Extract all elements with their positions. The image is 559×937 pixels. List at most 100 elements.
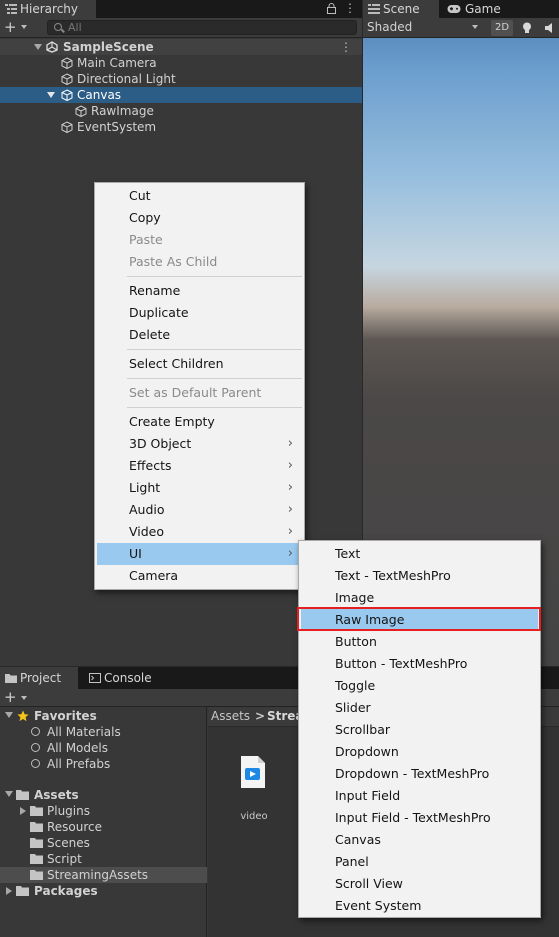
breadcrumb-item-assets[interactable]: Assets [211,709,250,723]
submenu-item-scrollbar[interactable]: Scrollbar [301,719,538,741]
menu-item-label: UI [129,546,142,561]
tree-item-label: Canvas [77,88,122,102]
tab-project[interactable]: Project [0,667,78,689]
submenu-item-text[interactable]: Text [301,543,538,565]
chevron-right-icon: › [287,524,293,539]
menu-separator [127,349,302,350]
create-dropdown-arrow-icon[interactable] [21,25,27,29]
submenu-item-slider[interactable]: Slider [301,697,538,719]
menu-item-copy[interactable]: Copy [97,207,302,229]
folder-label: Script [47,852,82,866]
menu-item-create-empty[interactable]: Create Empty [97,411,302,433]
unity-scene-icon [46,41,58,53]
audio-speaker-icon[interactable] [544,21,558,35]
menu-item-rename[interactable]: Rename [97,280,302,302]
chevron-right-icon: › [287,436,293,451]
gameobject-cube-icon [61,121,73,133]
video-file-icon[interactable] [238,755,268,789]
tab-console[interactable]: Console [84,667,164,689]
submenu-item-input-field[interactable]: Input Field [301,785,538,807]
tree-row-directional-light[interactable]: Directional Light [0,71,362,87]
gameobject-cube-icon [61,73,73,85]
submenu-item-dropdown[interactable]: Dropdown [301,741,538,763]
project-create-plus-button[interactable]: + [4,689,17,706]
tree-row-main-camera[interactable]: Main Camera [0,55,362,71]
tree-favorite-item[interactable]: All Models [0,740,207,756]
tree-item-label: RawImage [91,104,154,118]
folder-icon [30,806,43,816]
tab-scene-label: Scene [383,2,420,16]
menu-item-ui[interactable]: UI › [97,543,302,565]
folder-open-icon [16,790,29,800]
tree-row-canvas[interactable]: Canvas [0,87,362,103]
scene-name: SampleScene [63,40,154,54]
tab-game[interactable]: Game [443,0,513,18]
fold-arrow-icon[interactable] [34,44,42,50]
menu-item-label: Light [129,480,161,495]
tree-folder-script[interactable]: Script [0,851,207,867]
fold-arrow-icon[interactable] [5,791,13,797]
tree-folder-resource[interactable]: Resource [0,819,207,835]
menu-item-paste-as-child[interactable]: Paste As Child [97,251,302,273]
menu-item-video[interactable]: Video › [97,521,302,543]
toggle-2d-button[interactable]: 2D [491,20,513,36]
project-folder-tree: Favorites All Materials All Models All P… [0,707,207,937]
fold-arrow-icon[interactable] [20,807,26,815]
menu-item-cut[interactable]: Cut [97,185,302,207]
menu-item-paste[interactable]: Paste [97,229,302,251]
tree-row-scene[interactable]: SampleScene ⋮ [0,39,362,55]
submenu-item-button[interactable]: Button [301,631,538,653]
hierarchy-search[interactable] [47,20,357,35]
submenu-item-dropdown-tmp[interactable]: Dropdown - TextMeshPro [301,763,538,785]
menu-item-set-default-parent[interactable]: Set as Default Parent [97,382,302,404]
tree-packages[interactable]: Packages [0,883,207,899]
tree-favorite-item[interactable]: All Materials [0,724,207,740]
submenu-item-image[interactable]: Image [301,587,538,609]
submenu-item-input-field-tmp[interactable]: Input Field - TextMeshPro [301,807,538,829]
tree-row-eventsystem[interactable]: EventSystem [0,119,362,135]
scene-menu-kebab-icon[interactable]: ⋮ [340,39,352,55]
menu-item-select-children[interactable]: Select Children [97,353,302,375]
shading-dropdown-arrow-icon[interactable] [472,25,478,29]
panel-menu-kebab-icon[interactable]: ⋮ [344,1,356,15]
favorite-label: All Models [47,741,108,755]
hierarchy-toolbar: + [0,18,362,38]
tree-folder-plugins[interactable]: Plugins [0,803,207,819]
submenu-item-canvas[interactable]: Canvas [301,829,538,851]
menu-item-effects[interactable]: Effects › [97,455,302,477]
submenu-item-toggle[interactable]: Toggle [301,675,538,697]
menu-item-duplicate[interactable]: Duplicate [97,302,302,324]
shading-mode-dropdown[interactable]: Shaded [367,20,412,34]
search-icon [31,743,40,752]
menu-item-delete[interactable]: Delete [97,324,302,346]
menu-item-camera[interactable]: Camera [97,565,302,587]
folder-icon [30,854,43,864]
menu-item-light[interactable]: Light › [97,477,302,499]
tree-item-label: EventSystem [77,120,157,134]
tree-favorite-item[interactable]: All Prefabs [0,756,207,772]
lock-icon[interactable] [327,3,336,14]
tree-row-rawimage[interactable]: RawImage [0,103,362,119]
submenu-item-button-tmp[interactable]: Button - TextMeshPro [301,653,538,675]
tab-scene[interactable]: Scene [363,0,439,18]
tree-folder-scenes[interactable]: Scenes [0,835,207,851]
fold-arrow-icon[interactable] [6,887,12,895]
fold-arrow-icon[interactable] [47,92,55,98]
create-plus-button[interactable]: + [4,19,17,36]
menu-item-audio[interactable]: Audio › [97,499,302,521]
tree-assets[interactable]: Assets [0,787,207,803]
hierarchy-search-input[interactable] [68,21,348,34]
tree-folder-streamingassets[interactable]: StreamingAssets [0,867,207,883]
menu-separator [127,407,302,408]
submenu-item-event-system[interactable]: Event System [301,895,538,917]
submenu-item-panel[interactable]: Panel [301,851,538,873]
lighting-bulb-icon[interactable] [520,21,534,35]
project-create-dropdown-arrow-icon[interactable] [21,696,27,700]
tab-hierarchy[interactable]: Hierarchy [0,0,96,18]
chevron-right-icon: › [287,480,293,495]
tree-favorites[interactable]: Favorites [0,708,207,724]
menu-item-3d-object[interactable]: 3D Object › [97,433,302,455]
fold-arrow-icon[interactable] [5,712,13,718]
submenu-item-scroll-view[interactable]: Scroll View [301,873,538,895]
submenu-item-text-tmp[interactable]: Text - TextMeshPro [301,565,538,587]
